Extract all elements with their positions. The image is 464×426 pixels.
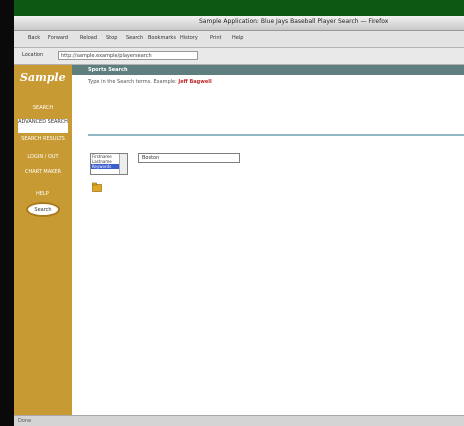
sidebar-item-advanced-search[interactable]: ADVANCED SEARCH [18, 119, 68, 133]
page-content: Sample SEARCH ADVANCED SEARCH SEARCH RES… [14, 65, 464, 415]
instruction-example: Jeff Bagwell [178, 79, 212, 85]
sidebar-item-login[interactable]: LOGIN / OUT [18, 154, 68, 160]
address-bar: Location http://sample.example/playersea… [14, 48, 464, 65]
sidebar-item-search-results[interactable]: SEARCH RESULTS [18, 136, 68, 142]
status-text: Done [18, 418, 32, 424]
oval-button-label: Search [34, 207, 52, 213]
window-title: Sample Application: Blue Jays Baseball P… [199, 18, 389, 25]
page-title: Sports Search [88, 67, 128, 73]
site-logo[interactable]: Sample [20, 71, 66, 84]
browser-toolbar: Back Forward Reload Stop Search Bookmark… [14, 31, 464, 48]
title-bar: Sample Application: Blue Jays Baseball P… [14, 16, 464, 31]
status-bar: Done [14, 415, 464, 426]
help-menu-button[interactable]: Help [232, 35, 243, 41]
stop-button[interactable]: Stop [106, 35, 117, 41]
sidebar-help-link[interactable]: HELP [36, 191, 49, 197]
print-button[interactable]: Print [210, 35, 222, 41]
divider [88, 134, 464, 136]
sidebar: Sample SEARCH ADVANCED SEARCH SEARCH RES… [14, 65, 72, 415]
search-button[interactable]: Search [126, 35, 143, 41]
search-input[interactable]: Boston [138, 153, 240, 163]
history-button[interactable]: History [180, 35, 198, 41]
sidebar-item-search[interactable]: SEARCH [18, 105, 68, 111]
listbox-scrollbar[interactable] [119, 154, 127, 174]
address-label: Location [22, 52, 44, 58]
screen-edge [0, 0, 14, 426]
instruction-main: Type in the Search terms. Example: [88, 79, 177, 85]
search-field-listbox[interactable]: Firstname Lastname Keywords [90, 153, 128, 175]
folder-icon[interactable] [92, 182, 102, 192]
oval-search-button[interactable]: Search [26, 202, 60, 217]
instruction-text: Type in the Search terms. Example: Jeff … [88, 79, 212, 85]
sidebar-item-chart-maker[interactable]: CHART MAKER [18, 169, 68, 175]
bookmarks-button[interactable]: Bookmarks [148, 35, 176, 41]
back-button[interactable]: Back [28, 35, 40, 41]
url-input[interactable]: http://sample.example/playersearch [58, 51, 198, 60]
forward-button[interactable]: Forward [48, 35, 68, 41]
browser-window: Sample Application: Blue Jays Baseball P… [14, 16, 464, 426]
reload-button[interactable]: Reload [80, 35, 97, 41]
page-header-band: Sports Search [72, 65, 464, 75]
